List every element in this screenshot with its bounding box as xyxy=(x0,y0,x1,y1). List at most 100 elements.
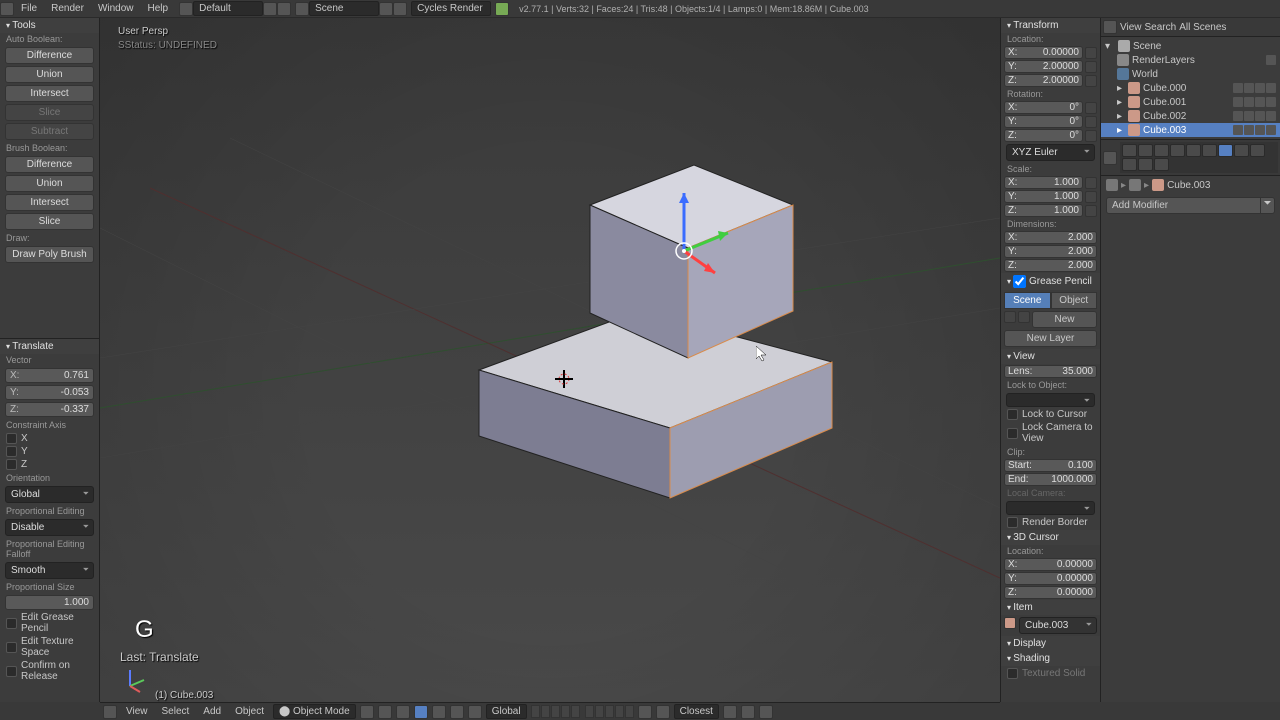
tree-cube-000[interactable]: ▸Cube.000 xyxy=(1101,81,1280,95)
loc-z-field[interactable]: Z:2.00000 xyxy=(1004,74,1083,87)
menu-render[interactable]: Render xyxy=(44,3,91,14)
prop-size-field[interactable]: 1.000 xyxy=(5,595,94,610)
pivot-icon[interactable] xyxy=(378,705,392,719)
gp-new-button[interactable]: New xyxy=(1032,311,1097,328)
tree-cube-001[interactable]: ▸Cube.001 xyxy=(1101,95,1280,109)
manipulator-scale-icon[interactable] xyxy=(468,705,482,719)
render-preview-icon[interactable] xyxy=(741,705,755,719)
outliner-search-menu[interactable]: Search xyxy=(1145,22,1177,33)
snap-element-dropdown[interactable]: Closest xyxy=(674,704,719,719)
scene-dropdown[interactable]: Scene xyxy=(309,1,379,16)
snap-icon[interactable] xyxy=(656,705,670,719)
prop-falloff-select[interactable]: Smooth xyxy=(5,562,94,579)
gp-scene-seg[interactable]: Scene xyxy=(1004,292,1051,309)
tools-panel-header[interactable]: Tools xyxy=(0,18,99,33)
gp-new-layer-button[interactable]: New Layer xyxy=(1004,330,1097,347)
confirm-release-checkbox[interactable]: Confirm on Release xyxy=(6,660,93,682)
shading-panel-header[interactable]: Shading xyxy=(1001,651,1100,666)
tree-renderlayers[interactable]: RenderLayers xyxy=(1101,53,1280,67)
scl-z-field[interactable]: Z:1.000 xyxy=(1004,204,1083,217)
operator-panel-header[interactable]: Translate xyxy=(0,339,99,354)
clip-end-field[interactable]: End:1000.000 xyxy=(1004,473,1097,486)
dim-z-field[interactable]: Z:2.000 xyxy=(1004,259,1097,272)
editor-type-icon[interactable] xyxy=(103,705,117,719)
translate-x-field[interactable]: X:0.761 xyxy=(5,368,94,383)
pin-icon[interactable] xyxy=(1106,179,1118,191)
translate-y-field[interactable]: Y:-0.053 xyxy=(5,385,94,400)
properties-editor-icon[interactable] xyxy=(1103,151,1117,165)
cursor-y-field[interactable]: Y:0.00000 xyxy=(1004,572,1097,585)
lock-icon[interactable] xyxy=(1085,116,1097,128)
layout-icon[interactable] xyxy=(179,2,193,16)
tab-physics[interactable] xyxy=(1154,158,1169,171)
gp-enable-checkbox[interactable] xyxy=(1013,275,1026,288)
lock-icon[interactable] xyxy=(1085,47,1097,59)
brush-difference-button[interactable]: Difference xyxy=(5,156,94,173)
outliner-view-menu[interactable]: View xyxy=(1120,22,1142,33)
view-menu[interactable]: View xyxy=(121,706,153,717)
tab-renderlayers[interactable] xyxy=(1138,144,1153,157)
object-menu[interactable]: Object xyxy=(230,706,269,717)
outliner-editor-icon[interactable] xyxy=(1103,20,1117,34)
layers-widget[interactable] xyxy=(531,705,634,718)
lock-icon[interactable] xyxy=(1085,130,1097,142)
3d-viewport[interactable]: User Persp SStatus: UNDEFINED G Last: Tr… xyxy=(100,18,1000,702)
cursor-z-field[interactable]: Z:0.00000 xyxy=(1004,586,1097,599)
manipulator-translate-icon[interactable] xyxy=(432,705,446,719)
tab-material[interactable] xyxy=(1250,144,1265,157)
auto-union-button[interactable]: Union xyxy=(5,66,94,83)
manipulator-rotate-icon[interactable] xyxy=(450,705,464,719)
tab-render[interactable] xyxy=(1122,144,1137,157)
manipulator-icon[interactable] xyxy=(414,705,428,719)
select-menu[interactable]: Select xyxy=(157,706,195,717)
gp-add-icon[interactable] xyxy=(1018,311,1030,323)
menu-file[interactable]: File xyxy=(14,3,44,14)
snap-target-icon[interactable] xyxy=(723,705,737,719)
lock-camera-checkbox[interactable]: Lock Camera to View xyxy=(1007,422,1094,444)
constraint-z-checkbox[interactable]: Z xyxy=(6,459,93,470)
tab-data[interactable] xyxy=(1234,144,1249,157)
lens-field[interactable]: Lens:35.000 xyxy=(1004,365,1097,378)
lock-icon[interactable] xyxy=(1085,205,1097,217)
scene-del-icon[interactable] xyxy=(393,2,407,16)
lock-icon[interactable] xyxy=(1085,191,1097,203)
orientation-dropdown[interactable]: Global xyxy=(486,704,527,719)
render-anim-icon[interactable] xyxy=(759,705,773,719)
tab-constraints[interactable] xyxy=(1202,144,1217,157)
tab-world[interactable] xyxy=(1170,144,1185,157)
constraint-x-checkbox[interactable]: X xyxy=(6,433,93,444)
tab-object[interactable] xyxy=(1186,144,1201,157)
rotation-mode-select[interactable]: XYZ Euler xyxy=(1006,144,1095,161)
scene-add-icon[interactable] xyxy=(379,2,393,16)
auto-difference-button[interactable]: Difference xyxy=(5,47,94,64)
lock-layers-icon[interactable] xyxy=(638,705,652,719)
loc-y-field[interactable]: Y:2.00000 xyxy=(1004,60,1083,73)
draw-poly-brush-button[interactable]: Draw Poly Brush xyxy=(5,246,94,263)
tab-modifiers[interactable] xyxy=(1218,144,1233,157)
add-modifier-button[interactable]: Add Modifier xyxy=(1106,197,1261,214)
tab-texture[interactable] xyxy=(1122,158,1137,171)
dim-x-field[interactable]: X:2.000 xyxy=(1004,231,1097,244)
pivot-align-icon[interactable] xyxy=(396,705,410,719)
gp-data-icon[interactable] xyxy=(1004,311,1016,323)
rot-z-field[interactable]: Z:0° xyxy=(1004,129,1083,142)
loc-x-field[interactable]: X:0.00000 xyxy=(1004,46,1083,59)
brush-slice-button[interactable]: Slice xyxy=(5,213,94,230)
cursor-x-field[interactable]: X:0.00000 xyxy=(1004,558,1097,571)
view-panel-header[interactable]: View xyxy=(1001,349,1100,364)
menu-window[interactable]: Window xyxy=(91,3,141,14)
lock-icon[interactable] xyxy=(1085,177,1097,189)
item-name-field[interactable]: Cube.003 xyxy=(1019,617,1097,634)
add-modifier-dropdown-icon[interactable]: ⏷ xyxy=(1261,197,1275,214)
item-panel-header[interactable]: Item xyxy=(1001,600,1100,615)
outliner-mode-dropdown[interactable]: All Scenes xyxy=(1179,22,1278,33)
textured-solid-checkbox[interactable]: Textured Solid xyxy=(1007,668,1094,679)
edit-gp-checkbox[interactable]: Edit Grease Pencil xyxy=(6,612,93,634)
scl-y-field[interactable]: Y:1.000 xyxy=(1004,190,1083,203)
layout-add-icon[interactable] xyxy=(263,2,277,16)
menu-help[interactable]: Help xyxy=(141,3,176,14)
tree-cube-002[interactable]: ▸Cube.002 xyxy=(1101,109,1280,123)
layout-del-icon[interactable] xyxy=(277,2,291,16)
tab-particles[interactable] xyxy=(1138,158,1153,171)
rot-x-field[interactable]: X:0° xyxy=(1004,101,1083,114)
